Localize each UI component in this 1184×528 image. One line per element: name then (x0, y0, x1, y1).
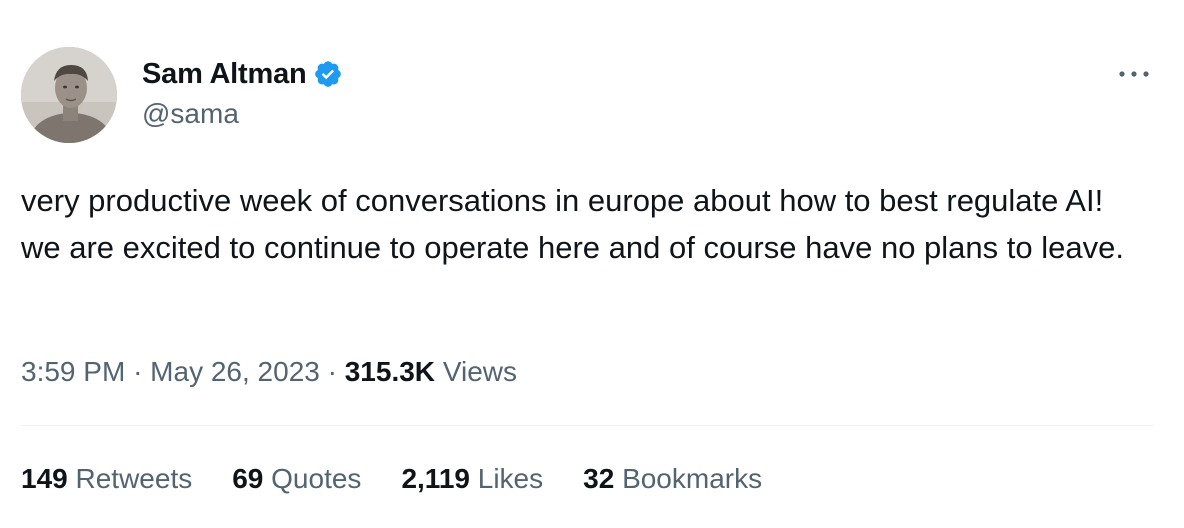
more-options-button[interactable] (1114, 62, 1154, 86)
tweet-text: very productive week of conversations in… (21, 183, 1124, 265)
likes-stat[interactable]: 2,119 Likes (401, 461, 543, 497)
more-horizontal-icon (1119, 71, 1149, 77)
tweet-meta: 3:59 PM · May 26, 2023 · 315.3K Views (21, 354, 517, 390)
avatar[interactable] (21, 47, 117, 143)
author-name-row: Sam Altman (142, 56, 343, 92)
quotes-count: 69 (232, 463, 264, 494)
verified-badge-icon[interactable] (313, 59, 343, 89)
quotes-label: Quotes (271, 463, 362, 494)
tweet-stats: 149 Retweets 69 Quotes 2,119 Likes 32 Bo… (21, 461, 802, 497)
divider (21, 425, 1154, 426)
bookmarks-count: 32 (583, 463, 615, 494)
likes-label: Likes (477, 463, 544, 494)
meta-separator: · (133, 356, 143, 387)
bookmarks-stat[interactable]: 32 Bookmarks (583, 461, 762, 497)
retweets-label: Retweets (75, 463, 193, 494)
views-count: 315.3K (344, 356, 436, 387)
meta-separator: · (327, 356, 337, 387)
tweet-time[interactable]: 3:59 PM (21, 356, 125, 387)
author-handle[interactable]: @sama (142, 97, 239, 131)
likes-count: 2,119 (401, 463, 470, 494)
views-label: Views (442, 356, 517, 387)
profile-photo (21, 47, 117, 143)
retweets-count: 149 (21, 463, 68, 494)
bookmarks-label: Bookmarks (622, 463, 763, 494)
retweets-stat[interactable]: 149 Retweets (21, 461, 192, 497)
quotes-stat[interactable]: 69 Quotes (232, 461, 361, 497)
author-display-name[interactable]: Sam Altman (142, 56, 307, 92)
tweet-date[interactable]: May 26, 2023 (150, 356, 320, 387)
